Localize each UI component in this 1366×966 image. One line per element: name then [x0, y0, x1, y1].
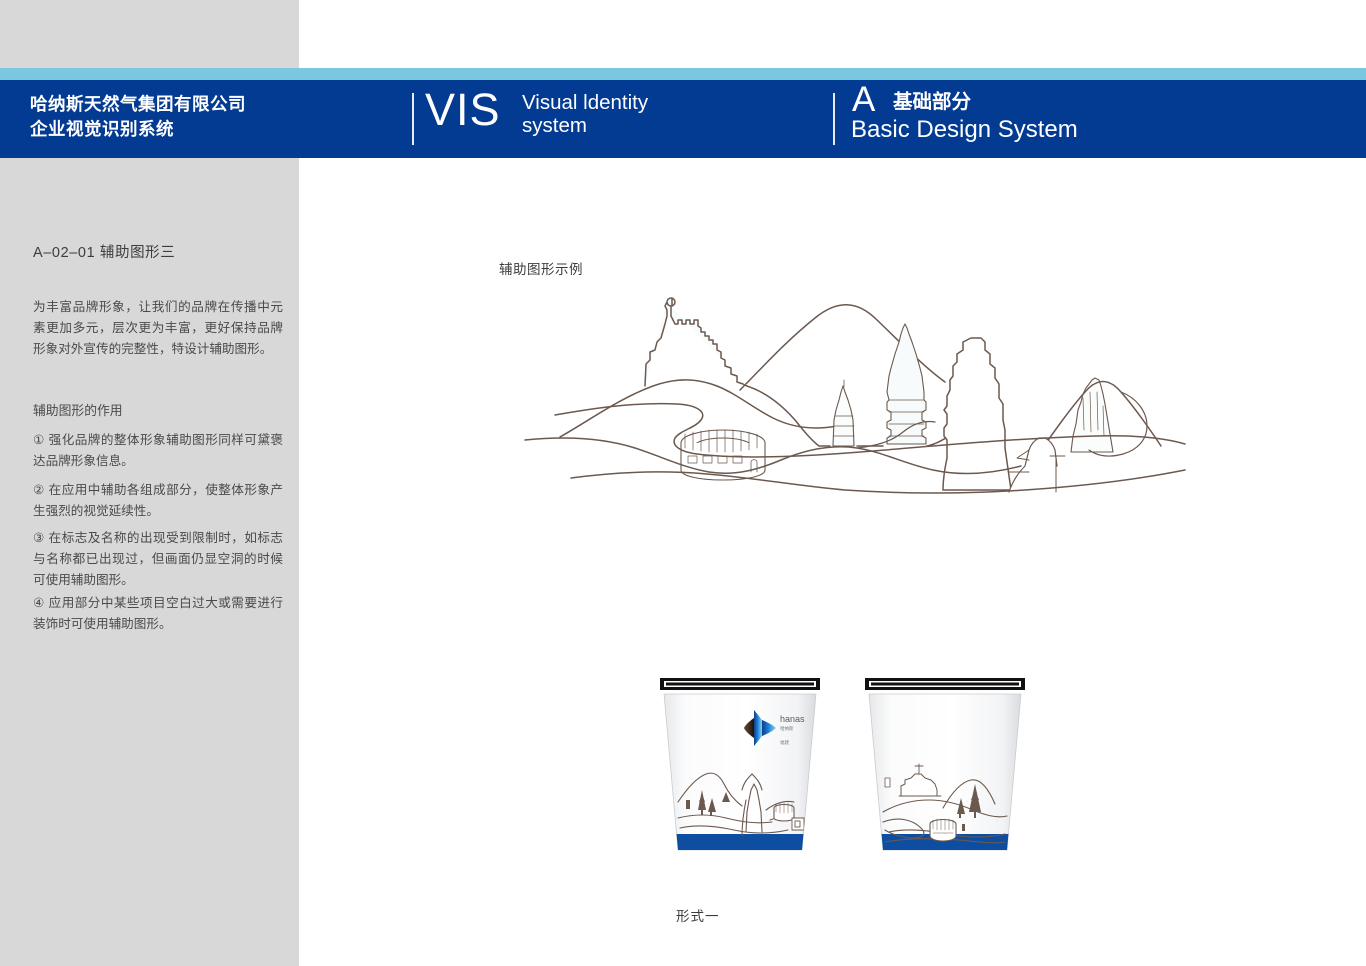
- cup-b-lid: [865, 678, 1025, 690]
- header-divider-2: [833, 93, 835, 145]
- river-line-lower: [570, 469, 1186, 494]
- hill-left-slope: [559, 379, 718, 438]
- page-code-title: A–02–01 辅助图形三: [33, 245, 176, 261]
- cup-a-logo-cn: 哈纳斯: [780, 725, 794, 732]
- hill-right-slope: [716, 385, 838, 429]
- temple-house-shape: [1008, 437, 1066, 493]
- rock-outcrop-shape: [1070, 377, 1114, 453]
- sidebar-list-item-2: ② 在应用中辅助各组成部分，使整体形象产生强烈的视觉延续性。: [33, 483, 283, 519]
- vis-manual-page: 哈纳斯天然气集团有限公司 企业视觉识别系统 VIS Visual ldentit…: [0, 0, 1366, 966]
- cup-front-with-logo: hanas 哈纳斯 福建: [650, 672, 830, 872]
- cup-caption: 形式一: [676, 909, 720, 924]
- sidebar-list-item-4: ④ 应用部分中某些项目空白过大或需要进行装饰时可使用辅助图形。: [33, 596, 283, 632]
- sidebar-role-heading: 辅助图形的作用: [33, 403, 123, 418]
- paper-cup-mockups: hanas 哈纳斯 福建: [640, 672, 1060, 872]
- example-label: 辅助图形示例: [499, 262, 583, 277]
- cup-a-hut: [791, 817, 805, 831]
- cup-a-bottom-band: [664, 834, 816, 850]
- castle-fort-shape: [644, 297, 748, 387]
- pagoda-small-shape: [832, 379, 855, 447]
- vis-subtitle: Visual ldentity system: [522, 91, 649, 137]
- cup-a-svg: hanas 哈纳斯 福建: [660, 678, 820, 851]
- auxiliary-graphic-illustration: [485, 280, 1205, 520]
- obelisk-tower-shape: [942, 337, 1012, 491]
- sidebar-list-item-3: ③ 在标志及名称的出现受到限制时，如标志与名称都已出现过，但画面仍显空洞的时候可…: [33, 531, 283, 588]
- header-accent-band: [0, 68, 1366, 80]
- cup-a-lid: [660, 678, 820, 690]
- cup-a-logo-tagline: 福建: [780, 739, 789, 746]
- cup-b-svg: [865, 678, 1025, 851]
- pagoda-tall-shape: [886, 323, 927, 445]
- landscape-line-art-svg: [524, 297, 1186, 494]
- sidebar-list-item-1: ① 强化品牌的整体形象辅助图形同样可黛褒达品牌形象信息。: [33, 433, 283, 469]
- header-divider-1: [412, 93, 414, 145]
- company-name: 哈纳斯天然气集团有限公司 企业视觉识别系统: [30, 94, 246, 139]
- section-title-cn: 基础部分: [893, 91, 972, 113]
- section-title-en: Basic Design System: [851, 116, 1078, 143]
- vis-wordmark: VIS: [425, 84, 501, 135]
- sidebar-intro-paragraph: 为丰富品牌形象，让我们的品牌在传播中元素更加多元，层次更为丰富，更好保持品牌形象…: [33, 300, 283, 357]
- cup-a-logo-wordmark: hanas: [780, 714, 805, 724]
- header-content: 哈纳斯天然气集团有限公司 企业视觉识别系统 VIS Visual ldentit…: [0, 80, 1366, 158]
- cup-back-landscape-only: [855, 672, 1035, 872]
